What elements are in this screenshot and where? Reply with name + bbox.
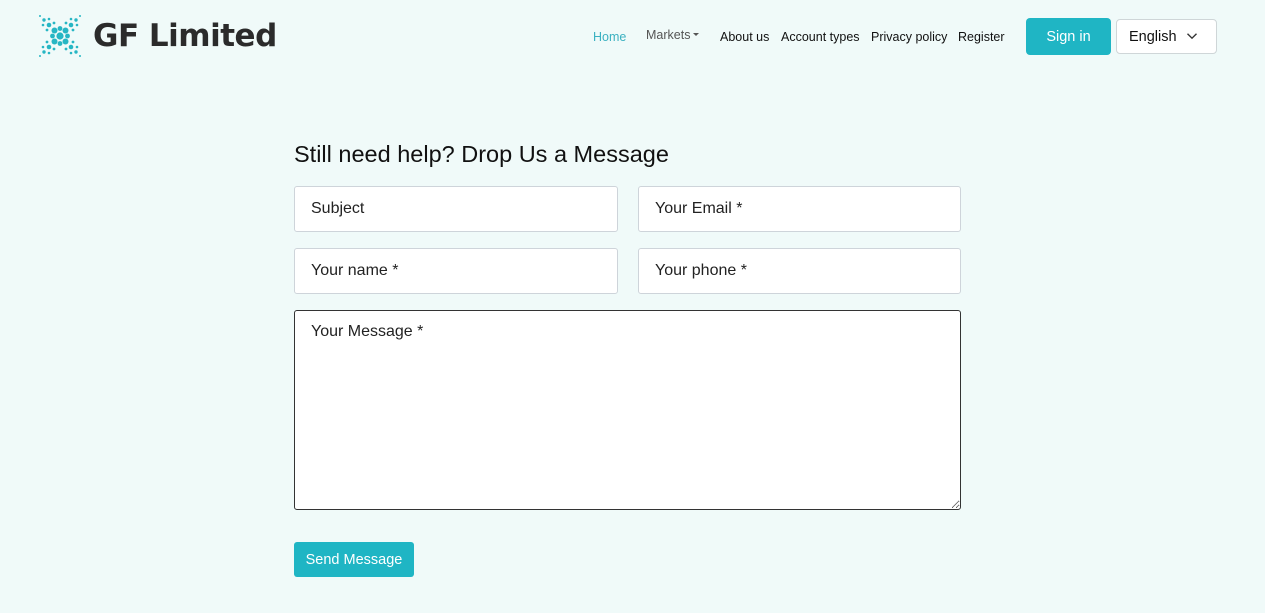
language-selected: English [1129,28,1177,45]
brand-name: GF Limited [93,18,277,54]
chevron-down-icon [1187,33,1197,40]
email-input[interactable] [638,186,961,232]
send-message-button[interactable]: Send Message [294,542,414,577]
phone-input[interactable] [638,248,961,294]
site-header: GF Limited Home Markets About us Account… [0,0,1265,72]
name-input[interactable] [294,248,618,294]
language-select[interactable]: English [1116,19,1217,54]
nav-about-us[interactable]: About us [720,30,769,44]
nav-privacy-policy[interactable]: Privacy policy [871,30,947,44]
caret-down-icon [693,33,700,37]
nav-register[interactable]: Register [958,30,1005,44]
contact-form-title: Still need help? Drop Us a Message [294,141,669,167]
nav-account-types[interactable]: Account types [781,30,860,44]
dotted-x-logo-icon [39,15,81,57]
nav-home[interactable]: Home [593,30,626,44]
message-textarea[interactable] [294,310,961,510]
subject-input[interactable] [294,186,618,232]
nav-markets-dropdown[interactable]: Markets [646,28,700,42]
brand-logo[interactable]: GF Limited [38,14,277,58]
nav-markets-label: Markets [646,28,691,42]
sign-in-button[interactable]: Sign in [1026,18,1111,55]
